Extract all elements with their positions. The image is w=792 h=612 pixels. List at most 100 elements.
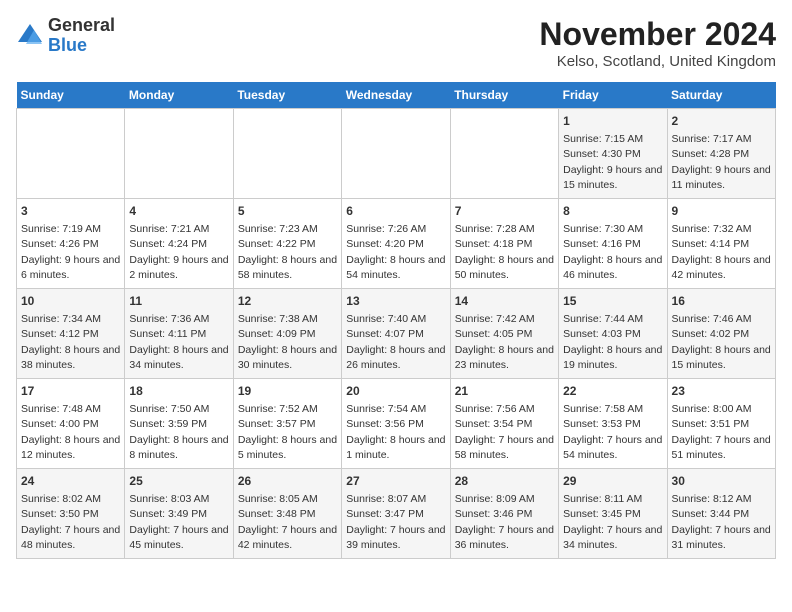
day-info: Sunrise: 7:30 AM Sunset: 4:16 PM Dayligh…	[563, 223, 662, 281]
calendar-cell: 22Sunrise: 7:58 AM Sunset: 3:53 PM Dayli…	[559, 379, 667, 469]
week-row-3: 10Sunrise: 7:34 AM Sunset: 4:12 PM Dayli…	[17, 289, 776, 379]
calendar-table: SundayMondayTuesdayWednesdayThursdayFrid…	[16, 82, 776, 559]
calendar-cell	[450, 109, 558, 199]
calendar-cell: 17 Sunrise: 7:48 AM Sunset: 4:00 PM Dayli…	[17, 379, 125, 469]
calendar-cell	[233, 109, 341, 199]
week-row-5: 24 Sunrise: 8:02 AM Sunset: 3:50 PM Dayli…	[17, 469, 776, 559]
calendar-cell: 19 Sunrise: 7:52 AM Sunset: 3:57 PM Dayli…	[233, 379, 341, 469]
calendar-cell: 10Sunrise: 7:34 AM Sunset: 4:12 PM Dayli…	[17, 289, 125, 379]
calendar-cell: 11Sunrise: 7:36 AM Sunset: 4:11 PM Dayli…	[125, 289, 233, 379]
week-row-4: 17 Sunrise: 7:48 AM Sunset: 4:00 PM Dayli…	[17, 379, 776, 469]
day-number: 7	[455, 203, 554, 220]
day-number: 15	[563, 293, 662, 310]
day-info: Sunrise: 8:05 AM Sunset: 3:48 PM Dayligh…	[238, 493, 337, 551]
calendar-cell: 25Sunrise: 8:03 AM Sunset: 3:49 PM Dayli…	[125, 469, 233, 559]
page-title: November 2024	[539, 16, 776, 53]
day-info: Sunrise: 7:36 AM Sunset: 4:11 PM Dayligh…	[129, 313, 228, 371]
calendar-cell: 24 Sunrise: 8:02 AM Sunset: 3:50 PM Dayli…	[17, 469, 125, 559]
calendar-cell: 21Sunrise: 7:56 AM Sunset: 3:54 PM Dayli…	[450, 379, 558, 469]
day-number: 28	[455, 473, 554, 490]
day-number: 23	[672, 383, 771, 400]
day-info: Sunrise: 8:07 AM Sunset: 3:47 PM Dayligh…	[346, 493, 445, 551]
day-number: 26	[238, 473, 337, 490]
calendar-cell: 28 Sunrise: 8:09 AM Sunset: 3:46 PM Dayli…	[450, 469, 558, 559]
calendar-cell: 27 Sunrise: 8:07 AM Sunset: 3:47 PM Dayli…	[342, 469, 450, 559]
day-info: Sunrise: 7:15 AM Sunset: 4:30 PM Dayligh…	[563, 133, 662, 191]
day-number: 13	[346, 293, 445, 310]
day-info: Sunrise: 7:40 AM Sunset: 4:07 PM Dayligh…	[346, 313, 445, 371]
calendar-cell: 16 Sunrise: 7:46 AM Sunset: 4:02 PM Dayli…	[667, 289, 775, 379]
calendar-cell	[125, 109, 233, 199]
day-info: Sunrise: 7:21 AM Sunset: 4:24 PM Dayligh…	[129, 223, 228, 281]
day-info: Sunrise: 7:52 AM Sunset: 3:57 PM Dayligh…	[238, 403, 337, 461]
day-info: Sunrise: 7:17 AM Sunset: 4:28 PM Dayligh…	[672, 133, 771, 191]
day-info: Sunrise: 7:54 AM Sunset: 3:56 PM Dayligh…	[346, 403, 445, 461]
calendar-cell: 7 Sunrise: 7:28 AM Sunset: 4:18 PM Daylig…	[450, 199, 558, 289]
page-subtitle: Kelso, Scotland, United Kingdom	[539, 53, 776, 70]
day-number: 30	[672, 473, 771, 490]
day-number: 2	[672, 113, 771, 130]
calendar-cell: 6Sunrise: 7:26 AM Sunset: 4:20 PM Daylig…	[342, 199, 450, 289]
day-number: 16	[672, 293, 771, 310]
day-number: 1	[563, 113, 662, 130]
day-info: Sunrise: 7:44 AM Sunset: 4:03 PM Dayligh…	[563, 313, 662, 371]
calendar-cell: 12 Sunrise: 7:38 AM Sunset: 4:09 PM Dayli…	[233, 289, 341, 379]
logo-icon	[16, 22, 44, 50]
day-number: 20	[346, 383, 445, 400]
day-info: Sunrise: 7:34 AM Sunset: 4:12 PM Dayligh…	[21, 313, 120, 371]
day-info: Sunrise: 7:23 AM Sunset: 4:22 PM Dayligh…	[238, 223, 337, 281]
day-number: 12	[238, 293, 337, 310]
logo: General Blue	[16, 16, 115, 56]
calendar-cell: 8 Sunrise: 7:30 AM Sunset: 4:16 PM Daylig…	[559, 199, 667, 289]
calendar-cell: 15 Sunrise: 7:44 AM Sunset: 4:03 PM Dayli…	[559, 289, 667, 379]
week-row-2: 3Sunrise: 7:19 AM Sunset: 4:26 PM Daylig…	[17, 199, 776, 289]
calendar-cell: 20 Sunrise: 7:54 AM Sunset: 3:56 PM Dayli…	[342, 379, 450, 469]
weekday-header-row: SundayMondayTuesdayWednesdayThursdayFrid…	[17, 82, 776, 109]
calendar-cell: 29Sunrise: 8:11 AM Sunset: 3:45 PM Dayli…	[559, 469, 667, 559]
calendar-cell: 14Sunrise: 7:42 AM Sunset: 4:05 PM Dayli…	[450, 289, 558, 379]
day-number: 22	[563, 383, 662, 400]
logo-text: General Blue	[48, 16, 115, 56]
day-info: Sunrise: 8:03 AM Sunset: 3:49 PM Dayligh…	[129, 493, 228, 551]
day-number: 27	[346, 473, 445, 490]
day-number: 9	[672, 203, 771, 220]
weekday-tuesday: Tuesday	[233, 82, 341, 109]
day-info: Sunrise: 7:46 AM Sunset: 4:02 PM Dayligh…	[672, 313, 771, 371]
day-info: Sunrise: 8:11 AM Sunset: 3:45 PM Dayligh…	[563, 493, 662, 551]
calendar-cell: 4 Sunrise: 7:21 AM Sunset: 4:24 PM Daylig…	[125, 199, 233, 289]
day-info: Sunrise: 8:12 AM Sunset: 3:44 PM Dayligh…	[672, 493, 771, 551]
day-number: 6	[346, 203, 445, 220]
day-info: Sunrise: 7:28 AM Sunset: 4:18 PM Dayligh…	[455, 223, 554, 281]
calendar-cell	[17, 109, 125, 199]
calendar-cell: 9Sunrise: 7:32 AM Sunset: 4:14 PM Daylig…	[667, 199, 775, 289]
weekday-sunday: Sunday	[17, 82, 125, 109]
day-info: Sunrise: 8:02 AM Sunset: 3:50 PM Dayligh…	[21, 493, 120, 551]
weekday-monday: Monday	[125, 82, 233, 109]
calendar-cell	[342, 109, 450, 199]
day-info: Sunrise: 7:48 AM Sunset: 4:00 PM Dayligh…	[21, 403, 120, 461]
calendar-cell: 3Sunrise: 7:19 AM Sunset: 4:26 PM Daylig…	[17, 199, 125, 289]
weekday-saturday: Saturday	[667, 82, 775, 109]
day-number: 3	[21, 203, 120, 220]
title-block: November 2024 Kelso, Scotland, United Ki…	[539, 16, 776, 70]
day-number: 5	[238, 203, 337, 220]
day-number: 19	[238, 383, 337, 400]
weekday-friday: Friday	[559, 82, 667, 109]
calendar-cell: 5 Sunrise: 7:23 AM Sunset: 4:22 PM Daylig…	[233, 199, 341, 289]
logo-blue: Blue	[48, 35, 87, 55]
day-info: Sunrise: 7:42 AM Sunset: 4:05 PM Dayligh…	[455, 313, 554, 371]
day-number: 24	[21, 473, 120, 490]
calendar-cell: 1 Sunrise: 7:15 AM Sunset: 4:30 PM Daylig…	[559, 109, 667, 199]
day-info: Sunrise: 7:38 AM Sunset: 4:09 PM Dayligh…	[238, 313, 337, 371]
calendar-cell: 18 Sunrise: 7:50 AM Sunset: 3:59 PM Dayli…	[125, 379, 233, 469]
day-number: 4	[129, 203, 228, 220]
day-number: 21	[455, 383, 554, 400]
day-info: Sunrise: 7:50 AM Sunset: 3:59 PM Dayligh…	[129, 403, 228, 461]
day-info: Sunrise: 8:09 AM Sunset: 3:46 PM Dayligh…	[455, 493, 554, 551]
calendar-cell: 30 Sunrise: 8:12 AM Sunset: 3:44 PM Dayli…	[667, 469, 775, 559]
page-header: General Blue November 2024 Kelso, Scotla…	[16, 16, 776, 70]
day-number: 17	[21, 383, 120, 400]
calendar-cell: 13 Sunrise: 7:40 AM Sunset: 4:07 PM Dayli…	[342, 289, 450, 379]
day-number: 18	[129, 383, 228, 400]
day-number: 8	[563, 203, 662, 220]
